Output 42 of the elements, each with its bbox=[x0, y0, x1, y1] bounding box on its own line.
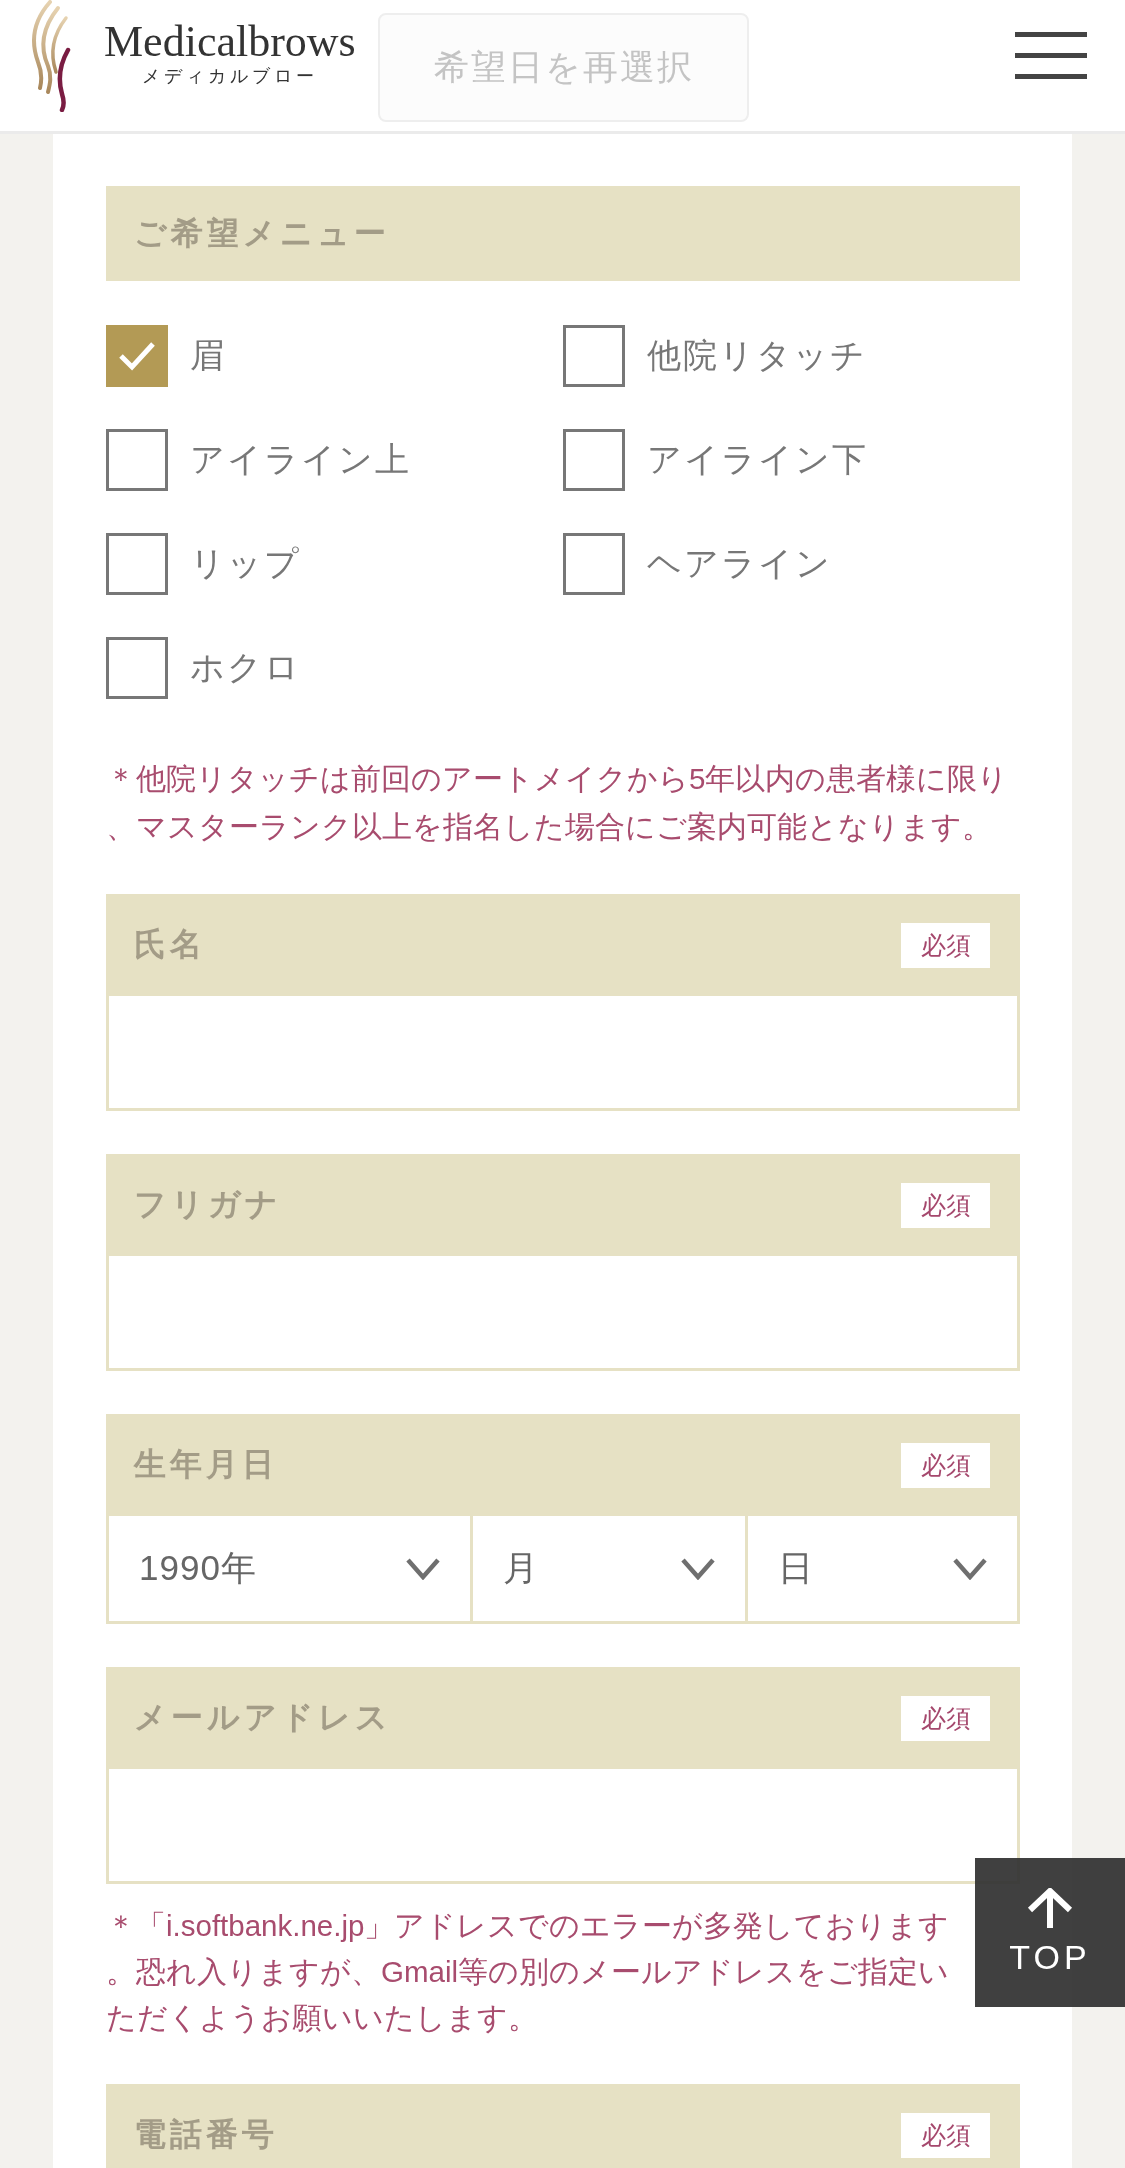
required-badge: 必須 bbox=[901, 1442, 990, 1488]
checkbox[interactable] bbox=[563, 429, 625, 491]
checkbox[interactable] bbox=[563, 325, 625, 387]
select-field[interactable]: 月 bbox=[470, 1516, 745, 1624]
checkbox[interactable] bbox=[106, 429, 168, 491]
field-label: 生年月日 bbox=[134, 1445, 278, 1484]
required-badge: 必須 bbox=[901, 922, 990, 968]
text-input-field[interactable] bbox=[106, 1769, 1020, 1884]
checkbox[interactable] bbox=[106, 533, 168, 595]
field-label: 氏名 bbox=[134, 925, 206, 964]
required-badge: 必須 bbox=[901, 1695, 990, 1741]
checkbox[interactable] bbox=[106, 325, 168, 387]
select-field[interactable]: 日 bbox=[745, 1516, 1020, 1624]
chevron-down-icon bbox=[681, 1557, 715, 1580]
menu-icon[interactable] bbox=[1015, 30, 1087, 80]
text-input-field[interactable] bbox=[106, 996, 1020, 1111]
chevron-down-icon bbox=[406, 1557, 440, 1580]
option-label[interactable]: ホクロ bbox=[190, 645, 301, 691]
option-label[interactable]: 眉 bbox=[190, 333, 226, 379]
required-badge: 必須 bbox=[901, 1182, 990, 1228]
field-label: フリガナ bbox=[134, 1185, 282, 1224]
back-to-top-button[interactable]: TOP bbox=[975, 1858, 1125, 2007]
checkbox[interactable] bbox=[106, 637, 168, 699]
logo-subtitle: メディカルブロー bbox=[141, 65, 318, 87]
chevron-down-icon bbox=[953, 1557, 987, 1580]
note-text: ＊「i.softbank.ne.jp」アドレスでのエラーが多発しております。恐れ入りますが、Gmail等の別のメールアドレスをご指定いただくようお願いいたします。 bbox=[106, 1908, 951, 2036]
field-label: 電話番号 bbox=[134, 2115, 278, 2154]
select-field[interactable]: 1990年 bbox=[106, 1516, 470, 1624]
arrow-up-icon bbox=[1026, 1888, 1074, 1930]
option-label[interactable]: アイライン上 bbox=[190, 437, 411, 483]
check-icon bbox=[118, 341, 156, 371]
field-label: メールアドレス bbox=[134, 1698, 392, 1737]
note-text: ＊他院リタッチは前回のアートメイクから5年以内の患者様に限り、マスターランク以上を指名した場合にご案内可能となります。 bbox=[106, 761, 1010, 845]
option-label[interactable]: アイライン下 bbox=[647, 437, 868, 483]
option-label[interactable]: ヘアライン bbox=[647, 541, 832, 587]
option-label[interactable]: リップ bbox=[190, 541, 301, 587]
logo-text: Medicalbrows bbox=[104, 19, 356, 65]
option-label[interactable]: 他院リタッチ bbox=[647, 333, 867, 379]
section-heading: ご希望メニュー bbox=[106, 186, 1020, 281]
checkbox[interactable] bbox=[563, 533, 625, 595]
text-input-field[interactable] bbox=[106, 1256, 1020, 1371]
required-badge: 必須 bbox=[901, 2112, 990, 2158]
